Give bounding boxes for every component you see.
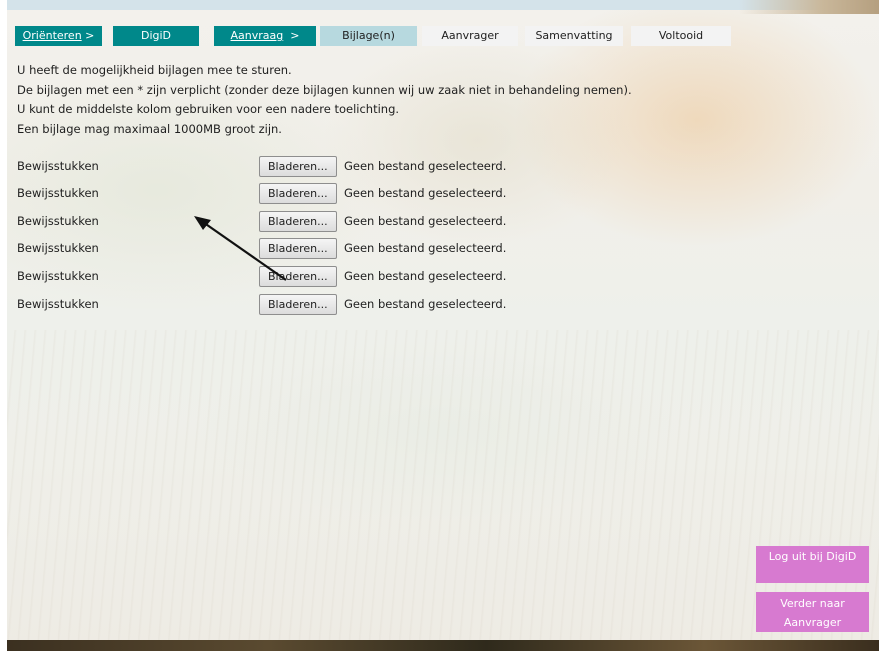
attachment-label: Bewijsstukken bbox=[17, 297, 99, 311]
intro-line: Een bijlage mag maximaal 1000MB groot zi… bbox=[17, 121, 282, 136]
next-button-line: Aanvrager bbox=[783, 616, 842, 629]
step-aanvraag[interactable]: Aanvraag > bbox=[214, 26, 316, 46]
step-aanvrager: Aanvrager bbox=[422, 26, 518, 46]
attachment-label: Bewijsstukken bbox=[17, 241, 99, 255]
file-status: Geen bestand geselecteerd. bbox=[344, 241, 507, 255]
attachment-row: Bewijsstukken Bladeren... Geen bestand g… bbox=[17, 266, 617, 288]
browse-button[interactable]: Bladeren... bbox=[259, 294, 337, 315]
next-to-aanvrager-button[interactable]: Verder naar Aanvrager bbox=[756, 592, 869, 632]
background-reeds bbox=[7, 330, 879, 640]
browse-button[interactable]: Bladeren... bbox=[259, 211, 337, 232]
browse-button[interactable]: Bladeren... bbox=[259, 156, 337, 177]
step-voltooid-label: Voltooid bbox=[658, 29, 704, 42]
step-digid: DigiD bbox=[113, 26, 199, 46]
top-banner-image bbox=[739, 0, 879, 14]
attachment-label: Bewijsstukken bbox=[17, 159, 99, 173]
attachment-label: Bewijsstukken bbox=[17, 214, 99, 228]
attachment-row: Bewijsstukken Bladeren... Geen bestand g… bbox=[17, 183, 617, 205]
logout-digid-button[interactable]: Log uit bij DigiD bbox=[756, 546, 869, 583]
browse-button[interactable]: Bladeren... bbox=[259, 238, 337, 259]
attachment-row: Bewijsstukken Bladeren... Geen bestand g… bbox=[17, 211, 617, 233]
file-status: Geen bestand geselecteerd. bbox=[344, 269, 507, 283]
attachment-row: Bewijsstukken Bladeren... Geen bestand g… bbox=[17, 238, 617, 260]
file-status: Geen bestand geselecteerd. bbox=[344, 297, 507, 311]
attachment-label: Bewijsstukken bbox=[17, 186, 99, 200]
step-voltooid: Voltooid bbox=[631, 26, 731, 46]
step-aanvrager-label: Aanvrager bbox=[441, 29, 499, 42]
step-orienteren-link[interactable]: Oriënteren bbox=[23, 29, 82, 42]
next-button-line: Verder naar bbox=[780, 597, 845, 610]
step-aanvraag-link[interactable]: Aanvraag bbox=[231, 29, 284, 42]
step-orienteren[interactable]: Oriënteren > bbox=[15, 26, 102, 46]
step-digid-label: DigiD bbox=[140, 29, 172, 42]
attachment-row: Bewijsstukken Bladeren... Geen bestand g… bbox=[17, 156, 617, 178]
step-bijlagen: Bijlage(n) bbox=[320, 26, 417, 46]
step-samenvatting: Samenvatting bbox=[525, 26, 623, 46]
intro-text: U heeft de mogelijkheid bijlagen mee te … bbox=[17, 61, 632, 139]
step-separator: > bbox=[283, 29, 300, 42]
intro-line: U heeft de mogelijkheid bijlagen mee te … bbox=[17, 63, 292, 77]
file-status: Geen bestand geselecteerd. bbox=[344, 159, 507, 173]
intro-line: U kunt de middelste kolom gebruiken voor… bbox=[17, 102, 400, 116]
step-bijlagen-label: Bijlage(n) bbox=[342, 29, 395, 42]
attachment-label: Bewijsstukken bbox=[17, 269, 99, 283]
attachment-row: Bewijsstukken Bladeren... Geen bestand g… bbox=[17, 294, 617, 316]
file-status: Geen bestand geselecteerd. bbox=[344, 214, 507, 228]
step-separator: > bbox=[81, 29, 95, 42]
browse-button[interactable]: Bladeren... bbox=[259, 266, 337, 287]
bottom-banner-strip bbox=[7, 640, 879, 651]
intro-line: De bijlagen met een * zijn verplicht (zo… bbox=[17, 82, 632, 97]
step-samenvatting-label: Samenvatting bbox=[535, 29, 613, 42]
file-status: Geen bestand geselecteerd. bbox=[344, 186, 507, 200]
browse-button[interactable]: Bladeren... bbox=[259, 183, 337, 204]
